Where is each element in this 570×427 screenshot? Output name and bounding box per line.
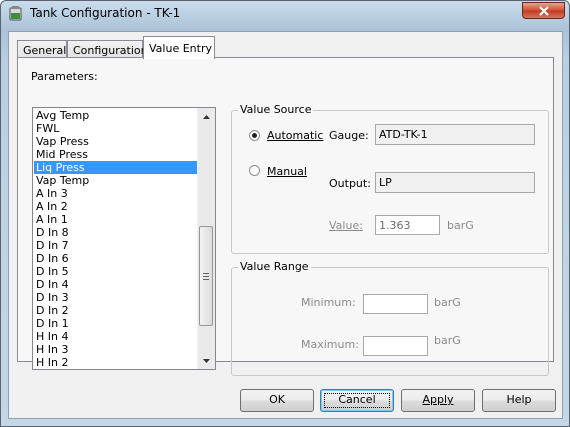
list-item[interactable]: A In 3	[34, 187, 197, 200]
list-item[interactable]: Vap Temp	[34, 174, 197, 187]
tab-value-entry[interactable]: Value Entry	[143, 36, 215, 59]
maximum-field[interactable]	[363, 336, 428, 356]
value-field[interactable]: 1.363	[375, 215, 440, 235]
list-item[interactable]: Vap Press	[34, 135, 197, 148]
parameters-listbox[interactable]: Avg Temp FWL Vap Press Mid Press Liq Pre…	[32, 107, 216, 370]
maximum-unit: barG	[434, 334, 461, 347]
close-button[interactable]	[522, 2, 565, 19]
ok-button[interactable]: OK	[240, 389, 314, 412]
arrow-up-icon	[203, 114, 210, 119]
minimum-label: Minimum:	[301, 296, 356, 309]
scroll-grip-icon	[203, 273, 209, 282]
list-item[interactable]: H In 2	[34, 356, 197, 369]
list-item[interactable]: A In 2	[34, 200, 197, 213]
manual-radio[interactable]	[249, 165, 260, 176]
focus-indicator	[324, 393, 390, 408]
window-title: Tank Configuration - TK-1	[30, 6, 181, 20]
title-bar[interactable]: Tank Configuration - TK-1	[1, 1, 569, 27]
manual-label[interactable]: Manual	[267, 165, 307, 178]
value-entry-panel: Parameters: Avg Temp FWL Vap Press Mid P…	[17, 57, 554, 376]
list-item[interactable]: D In 3	[34, 291, 197, 304]
list-item[interactable]: H In 4	[34, 330, 197, 343]
value-range-group: Value Range Minimum: barG Maximum: barG	[231, 260, 549, 376]
automatic-label[interactable]: Automatic	[267, 129, 323, 142]
list-item[interactable]: D In 2	[34, 304, 197, 317]
close-icon	[539, 6, 549, 16]
value-unit: barG	[447, 219, 474, 232]
value-label: Value:	[329, 219, 363, 232]
list-item[interactable]: H In 3	[34, 343, 197, 356]
list-item[interactable]: D In 5	[34, 265, 197, 278]
gauge-field: ATD-TK-1	[375, 124, 535, 145]
gauge-label: Gauge:	[329, 129, 369, 142]
apply-button[interactable]: Apply	[401, 389, 475, 412]
list-item[interactable]: D In 8	[34, 226, 197, 239]
list-item[interactable]: D In 1	[34, 317, 197, 330]
automatic-radio[interactable]	[249, 130, 260, 141]
tab-general[interactable]: General	[17, 40, 67, 58]
value-source-group: Value Source Automatic Gauge: ATD-TK-1 M…	[231, 103, 549, 254]
output-field: LP	[375, 172, 535, 193]
tab-configuration[interactable]: Configuration	[67, 40, 148, 58]
parameters-list: Avg Temp FWL Vap Press Mid Press Liq Pre…	[34, 109, 197, 369]
output-label: Output:	[329, 177, 371, 190]
dialog-client-area: General Configuration Value Entry Parame…	[8, 31, 563, 419]
value-range-title: Value Range	[238, 260, 311, 273]
value-source-title: Value Source	[238, 103, 314, 116]
scroll-thumb[interactable]	[199, 226, 213, 326]
list-item[interactable]: D In 4	[34, 278, 197, 291]
list-item[interactable]: Mid Press	[34, 148, 197, 161]
tank-icon	[9, 6, 22, 21]
minimum-field[interactable]	[363, 294, 428, 314]
help-button[interactable]: Help	[482, 389, 556, 412]
parameters-scrollbar[interactable]	[197, 108, 215, 369]
dialog-window: Tank Configuration - TK-1 General Config…	[0, 0, 570, 427]
list-item-selected[interactable]: Liq Press	[34, 161, 197, 174]
scroll-up-button[interactable]	[198, 108, 215, 125]
list-item[interactable]: A In 1	[34, 213, 197, 226]
list-item[interactable]: D In 6	[34, 252, 197, 265]
minimum-unit: barG	[434, 296, 461, 309]
list-item[interactable]: Avg Temp	[34, 109, 197, 122]
scroll-down-button[interactable]	[198, 352, 215, 369]
list-item[interactable]: FWL	[34, 122, 197, 135]
maximum-label: Maximum:	[301, 338, 359, 351]
list-item[interactable]: D In 7	[34, 239, 197, 252]
cancel-button[interactable]: Cancel	[320, 389, 394, 412]
arrow-down-icon	[203, 358, 210, 363]
apply-button-label: Apply	[422, 393, 454, 406]
parameters-label: Parameters:	[31, 70, 98, 83]
